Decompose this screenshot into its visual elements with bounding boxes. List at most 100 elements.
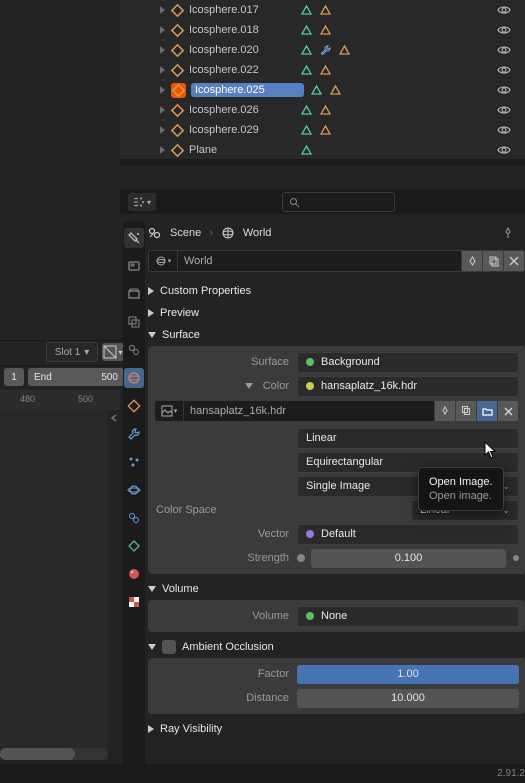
tab-texture[interactable] — [124, 592, 144, 612]
volume-label: Volume — [154, 610, 297, 622]
tab-particles[interactable] — [124, 452, 144, 472]
expand-icon[interactable] — [160, 146, 165, 154]
chevron-down-icon — [148, 332, 156, 338]
image-fake-user-button[interactable] — [435, 400, 456, 422]
outliner-row[interactable]: Plane — [120, 140, 525, 160]
frame-start[interactable]: 1 — [4, 368, 24, 386]
collapse-handle[interactable] — [108, 410, 120, 754]
editor-type[interactable]: ▾ — [128, 193, 156, 211]
outliner-row[interactable]: Icosphere.020 — [120, 40, 525, 60]
pin-icon[interactable] — [502, 227, 514, 239]
visibility-toggle[interactable] — [497, 63, 511, 77]
volume-shader-select[interactable]: None — [297, 606, 519, 627]
tab-material[interactable] — [124, 564, 144, 584]
vector-input-select[interactable]: Default — [297, 524, 519, 545]
object-name[interactable]: Icosphere.022 — [189, 64, 294, 76]
surface-header[interactable]: Surface — [148, 324, 525, 346]
breadcrumb-scene[interactable]: Scene — [170, 227, 201, 239]
expand-icon[interactable] — [160, 46, 165, 54]
color-input-select[interactable]: hansaplatz_16k.hdr — [297, 376, 519, 397]
tab-world[interactable] — [124, 368, 144, 388]
vector-socket-icon — [306, 530, 314, 538]
tab-tool[interactable] — [124, 228, 144, 248]
expand-icon[interactable] — [160, 6, 165, 14]
strength-slider[interactable]: 0.100 — [311, 549, 506, 568]
expand-icon[interactable] — [160, 86, 165, 94]
object-name[interactable]: Icosphere.020 — [189, 44, 294, 56]
outliner-row[interactable]: Icosphere.017 — [120, 0, 525, 20]
vector-label: Vector — [154, 528, 297, 540]
ruler-tick: 480 — [20, 394, 35, 404]
color-label: Color — [263, 380, 289, 392]
visibility-toggle[interactable] — [497, 83, 511, 97]
tab-render[interactable] — [124, 256, 144, 276]
expand-icon[interactable] — [245, 383, 253, 389]
fake-user-button[interactable] — [462, 250, 483, 272]
ao-header[interactable]: Ambient Occlusion — [148, 636, 525, 658]
image-new-button[interactable] — [456, 400, 477, 422]
timeline-scrollbar[interactable] — [0, 748, 108, 760]
tab-output[interactable] — [124, 284, 144, 304]
image-name-field[interactable]: hansaplatz_16k.hdr — [184, 400, 435, 422]
image-unlink-button[interactable] — [498, 400, 519, 422]
source-value: Single Image — [306, 480, 370, 492]
expand-icon[interactable] — [160, 66, 165, 74]
object-name[interactable]: Icosphere.029 — [189, 124, 294, 136]
projection-value: Equirectangular — [306, 456, 383, 468]
expand-icon[interactable] — [160, 126, 165, 134]
ao-distance-field[interactable]: 10.000 — [297, 689, 519, 708]
ao-factor-slider[interactable]: 1.00 — [297, 665, 519, 684]
expand-icon[interactable] — [160, 106, 165, 114]
timeline-area[interactable] — [0, 410, 108, 760]
ray-visibility-header[interactable]: Ray Visibility — [148, 718, 525, 740]
custom-properties-header[interactable]: Custom Properties — [148, 280, 525, 302]
object-name[interactable]: Icosphere.026 — [189, 104, 294, 116]
tab-physics[interactable] — [124, 480, 144, 500]
outliner-row[interactable]: Icosphere.018 — [120, 20, 525, 40]
expand-icon[interactable] — [160, 26, 165, 34]
breadcrumb-world[interactable]: World — [243, 227, 272, 239]
tab-modifier[interactable] — [124, 424, 144, 444]
render-slot-select[interactable]: Slot 1▾ — [46, 342, 98, 362]
object-name[interactable]: Plane — [189, 144, 294, 156]
visibility-toggle[interactable] — [497, 23, 511, 37]
outliner-row[interactable]: Icosphere.025 — [120, 80, 525, 100]
outliner-row[interactable]: Icosphere.022 — [120, 60, 525, 80]
visibility-toggle[interactable] — [497, 43, 511, 57]
tab-object[interactable] — [124, 396, 144, 416]
new-world-button[interactable] — [483, 250, 504, 272]
object-name[interactable]: Icosphere.025 — [191, 83, 304, 97]
mesh-data-icon — [310, 84, 323, 97]
anim-dot-icon[interactable] — [513, 555, 519, 561]
outliner-row[interactable]: Icosphere.026 — [120, 100, 525, 120]
surface-label: Surface — [154, 356, 297, 368]
world-name-field[interactable] — [178, 250, 462, 272]
tab-constraints[interactable] — [124, 508, 144, 528]
volume-header[interactable]: Volume — [148, 578, 525, 600]
timeline-ruler[interactable]: 480 500 — [0, 390, 120, 410]
object-name[interactable]: Icosphere.018 — [189, 24, 294, 36]
object-icon — [171, 83, 186, 98]
ao-checkbox[interactable] — [162, 640, 176, 654]
display-channels[interactable]: ▾ — [102, 343, 124, 361]
visibility-toggle[interactable] — [497, 143, 511, 157]
image-open-button[interactable] — [477, 400, 498, 422]
tab-viewlayer[interactable] — [124, 312, 144, 332]
tab-data[interactable] — [124, 536, 144, 556]
frame-end[interactable]: End 500 — [28, 368, 124, 386]
surface-shader-select[interactable]: Background — [297, 352, 519, 373]
tab-scene[interactable] — [124, 340, 144, 360]
unlink-world-button[interactable] — [504, 250, 525, 272]
outliner-row[interactable]: Icosphere.029 — [120, 120, 525, 140]
filter-search[interactable] — [282, 192, 395, 212]
world-datablock-icon[interactable]: ▾ — [148, 250, 178, 272]
material-icon — [319, 64, 332, 77]
interpolation-select[interactable]: Linear — [297, 428, 519, 449]
visibility-toggle[interactable] — [497, 123, 511, 137]
scrollbar-thumb[interactable] — [0, 748, 75, 760]
visibility-toggle[interactable] — [497, 103, 511, 117]
visibility-toggle[interactable] — [497, 3, 511, 17]
preview-header[interactable]: Preview — [148, 302, 525, 324]
image-datablock-icon[interactable]: ▾ — [154, 400, 184, 422]
object-name[interactable]: Icosphere.017 — [189, 4, 294, 16]
